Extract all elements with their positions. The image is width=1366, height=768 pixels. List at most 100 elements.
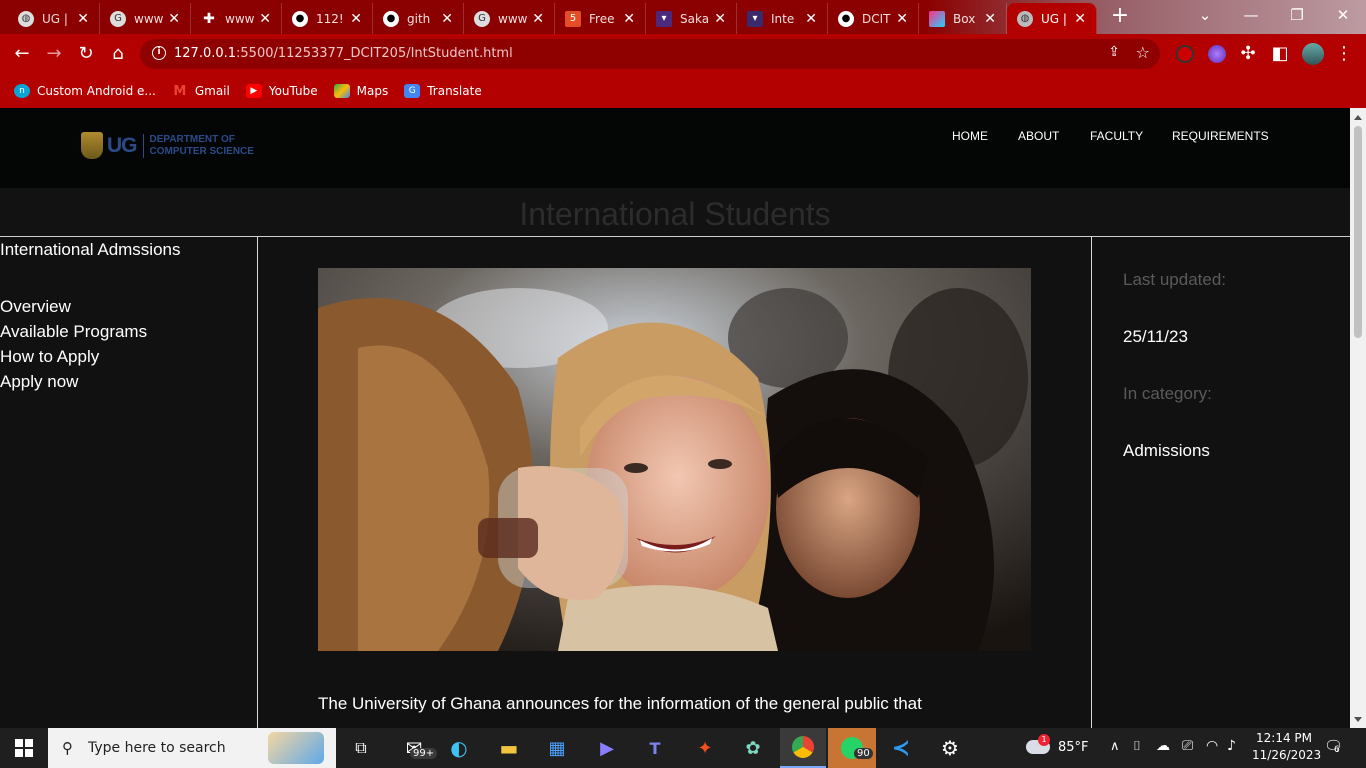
last-updated-value: 25/11/23	[1123, 327, 1188, 346]
nav-about[interactable]: ABOUT	[1018, 129, 1059, 143]
mail-app-icon[interactable]: ✉99+	[392, 728, 438, 768]
side-panel-icon[interactable]: ◧	[1268, 42, 1292, 66]
site-info-icon[interactable]: i	[152, 46, 166, 60]
nav-requirements[interactable]: REQUIREMENTS	[1172, 129, 1269, 143]
cube-icon	[929, 10, 945, 27]
tab-search-chevron-icon[interactable]: ⌄	[1182, 0, 1228, 30]
media-player-icon[interactable]: ▶	[590, 728, 624, 768]
bookmarks-bar: n Custom Android e... M Gmail ▶ YouTube Map…	[0, 74, 1366, 108]
bookmark-youtube[interactable]: ▶ YouTube	[245, 84, 318, 98]
github-icon: ●	[292, 10, 308, 27]
extension-icon[interactable]	[1208, 45, 1226, 63]
nav-home[interactable]: HOME	[952, 129, 988, 143]
bookmark-gmail[interactable]: M Gmail	[172, 84, 229, 99]
close-tab-icon[interactable]: ✕	[73, 11, 93, 27]
browser-tab[interactable]: ● 112! ✕	[282, 3, 373, 34]
close-tab-icon[interactable]: ✕	[528, 11, 548, 27]
volume-icon[interactable]: ♪	[1227, 738, 1236, 754]
close-tab-icon[interactable]: ✕	[892, 11, 912, 27]
puzzle-icon[interactable]: ✣	[1236, 42, 1260, 66]
bookmark-custom-android[interactable]: n Custom Android e...	[14, 84, 156, 98]
browser-tab[interactable]: Box ✕	[919, 3, 1007, 34]
maps-icon	[333, 84, 350, 98]
browser-tab[interactable]: ▾ Saka ✕	[646, 3, 737, 34]
file-explorer-icon[interactable]: ▬	[492, 728, 526, 768]
scroll-down-arrow-icon[interactable]	[1354, 717, 1362, 722]
figma-icon[interactable]: ✦	[688, 728, 722, 768]
start-button[interactable]	[0, 728, 48, 768]
browser-tab[interactable]: ✚ www ✕	[191, 3, 282, 34]
scrollbar-thumb[interactable]	[1354, 126, 1362, 338]
browser-tab-strip: ◍ UG | ✕ Gwww ✕ ✚ www ✕ ● 112! ✕ ● gith ✕ Gwww ✕ 5…	[0, 0, 1366, 34]
last-updated-label: Last updated:	[1123, 270, 1227, 289]
task-view-icon[interactable]: ⧉	[344, 728, 378, 768]
close-tab-icon[interactable]: ✕	[619, 11, 639, 27]
chatgpt-icon[interactable]: ✿	[736, 728, 770, 768]
browser-tab[interactable]: ● gith ✕	[373, 3, 464, 34]
browser-tab[interactable]: ▾ Inte ✕	[737, 3, 828, 34]
clock-time: 12:14 PM	[1256, 731, 1312, 745]
vscode-icon[interactable]: ≺	[882, 728, 920, 768]
address-bar[interactable]: i 127.0.0.1:5500/11253377_DCIT205/IntStu…	[140, 39, 1160, 69]
extension-icon[interactable]	[1176, 45, 1194, 63]
chrome-taskbar-button[interactable]	[780, 728, 826, 768]
close-tab-icon[interactable]: ✕	[255, 11, 275, 27]
url-text[interactable]: 127.0.0.1:5500/11253377_DCIT205/IntStude…	[174, 46, 513, 61]
chrome-icon	[792, 736, 814, 758]
minimize-button[interactable]: —	[1228, 0, 1274, 30]
home-icon[interactable]: ⌂	[106, 42, 130, 66]
reload-icon[interactable]: ↻	[74, 42, 98, 66]
teams-icon[interactable]: T	[638, 728, 672, 768]
crest-icon: ▾	[656, 10, 672, 27]
close-tab-icon[interactable]: ✕	[346, 11, 366, 27]
sidebar-link-available-programs[interactable]: Available Programs	[0, 322, 147, 342]
sidebar-link-apply-now[interactable]: Apply now	[0, 372, 78, 392]
sidebar-link-how-to-apply[interactable]: How to Apply	[0, 347, 99, 367]
bookmark-maps[interactable]: Maps	[333, 84, 388, 98]
restore-button[interactable]: ❐	[1274, 0, 1320, 30]
whatsapp-taskbar-button[interactable]: 90	[828, 728, 876, 768]
browser-tab[interactable]: Gwww ✕	[100, 3, 191, 34]
page-scrollbar[interactable]	[1350, 108, 1366, 728]
nav-faculty[interactable]: FACULTY	[1090, 129, 1143, 143]
show-hidden-icons-chevron-icon[interactable]: ∧	[1110, 739, 1120, 754]
bookmark-translate[interactable]: G Translate	[404, 84, 482, 98]
network-adapter-icon[interactable]: ⌷	[1133, 739, 1141, 754]
close-tab-icon[interactable]: ✕	[1070, 11, 1090, 27]
browser-tab[interactable]: Gwww ✕	[464, 3, 555, 34]
browser-tab[interactable]: 5 Free ✕	[555, 3, 646, 34]
notifications-icon[interactable]: 🗨 6	[1324, 737, 1343, 755]
settings-gear-icon[interactable]: ⚙	[930, 728, 970, 768]
scroll-up-arrow-icon[interactable]	[1354, 115, 1362, 120]
browser-tab[interactable]: ◍ UG | ✕	[8, 3, 100, 34]
close-tab-icon[interactable]: ✕	[980, 11, 1000, 27]
close-tab-icon[interactable]: ✕	[710, 11, 730, 27]
browser-tab[interactable]: ● DCIT ✕	[828, 3, 919, 34]
department-logo[interactable]: UG DEPARTMENT OF COMPUTER SCIENCE	[81, 132, 254, 159]
wifi-icon[interactable]: ◠	[1206, 738, 1218, 754]
taskbar-search-box[interactable]: ⚲ Type here to search	[48, 728, 336, 768]
close-tab-icon[interactable]: ✕	[164, 11, 184, 27]
bookmark-star-icon[interactable]: ☆	[1136, 43, 1150, 62]
forward-arrow-icon[interactable]: →	[42, 42, 66, 66]
close-tab-icon[interactable]: ✕	[437, 11, 457, 27]
close-window-button[interactable]: ✕	[1320, 0, 1366, 30]
onedrive-cloud-icon[interactable]: ☁	[1156, 738, 1170, 754]
close-tab-icon[interactable]: ✕	[801, 11, 821, 27]
weather-widget[interactable]: 1	[1024, 734, 1058, 760]
device-icon[interactable]: ⎚	[1182, 738, 1193, 754]
edge-icon[interactable]: ◐	[442, 728, 476, 768]
weather-temperature[interactable]: 85°F	[1058, 740, 1089, 755]
store-icon[interactable]: ▦	[540, 728, 574, 768]
new-tab-button[interactable]: +	[1108, 5, 1132, 29]
profile-avatar[interactable]	[1302, 43, 1324, 65]
browser-toolbar: ← → ↻ ⌂ i 127.0.0.1:5500/11253377_DCIT20…	[0, 34, 1366, 74]
clock-date: 11/26/2023	[1252, 748, 1322, 762]
browser-tab-active[interactable]: ◍ UG | ✕	[1007, 3, 1097, 34]
back-arrow-icon[interactable]: ←	[10, 42, 34, 66]
logo-divider	[142, 133, 144, 158]
sidebar-link-overview[interactable]: Overview	[0, 297, 71, 317]
menu-kebab-icon[interactable]: ⋮	[1332, 42, 1356, 66]
share-icon[interactable]: ⇪	[1108, 44, 1120, 60]
clock[interactable]: 12:14 PM 11/26/2023	[1252, 731, 1322, 762]
